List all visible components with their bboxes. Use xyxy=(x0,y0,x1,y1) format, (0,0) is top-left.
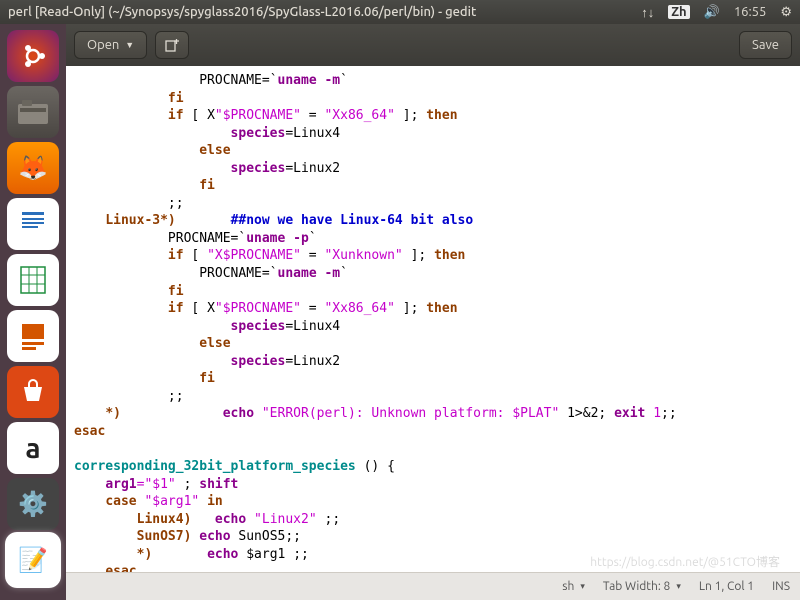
watermark: https://blog.csdn.net/@51CTO博客 xyxy=(590,553,780,570)
ubuntu-software-icon[interactable] xyxy=(7,366,59,418)
new-tab-button[interactable] xyxy=(155,31,189,59)
save-label: Save xyxy=(752,38,779,52)
clock[interactable]: 16:55 xyxy=(734,5,767,19)
cursor-position: Ln 1, Col 1 xyxy=(699,580,754,593)
sound-icon[interactable]: 🔊 xyxy=(704,5,720,20)
window-title: perl [Read-Only] (~/Synopsys/spyglass201… xyxy=(8,5,641,19)
settings-icon[interactable]: ⚙️ xyxy=(7,478,59,530)
network-icon[interactable]: ↑↓ xyxy=(641,5,654,20)
ime-indicator[interactable]: Zh xyxy=(668,5,689,19)
editor-area[interactable]: PROCNAME=`uname -m` fi if [ X"$PROCNAME"… xyxy=(66,66,800,572)
gear-icon[interactable]: ⚙ xyxy=(780,5,792,20)
gedit-window: Open▼ Save PROCNAME=`uname -m` fi if [ X… xyxy=(66,24,800,600)
libreoffice-writer-icon[interactable] xyxy=(7,198,59,250)
language-selector[interactable]: sh xyxy=(562,580,585,593)
tab-width-selector[interactable]: Tab Width: 8 xyxy=(603,580,681,593)
save-button[interactable]: Save xyxy=(739,31,792,59)
firefox-icon[interactable]: 🦊 xyxy=(7,142,59,194)
top-menu-bar: perl [Read-Only] (~/Synopsys/spyglass201… xyxy=(0,0,800,24)
gedit-icon[interactable]: 📝 xyxy=(7,534,59,586)
files-icon[interactable] xyxy=(7,86,59,138)
open-label: Open xyxy=(87,38,119,52)
insert-mode[interactable]: INS xyxy=(772,580,790,593)
open-button[interactable]: Open▼ xyxy=(74,31,147,59)
amazon-icon[interactable]: a xyxy=(7,422,59,474)
gedit-toolbar: Open▼ Save xyxy=(66,24,800,66)
libreoffice-impress-icon[interactable] xyxy=(7,310,59,362)
unity-launcher: 🦊 a ⚙️ 📝 xyxy=(0,24,66,600)
dash-icon[interactable] xyxy=(7,30,59,82)
indicator-area: ↑↓ Zh 🔊 16:55 ⚙ xyxy=(641,5,792,20)
status-bar: sh Tab Width: 8 Ln 1, Col 1 INS xyxy=(66,572,800,600)
libreoffice-calc-icon[interactable] xyxy=(7,254,59,306)
